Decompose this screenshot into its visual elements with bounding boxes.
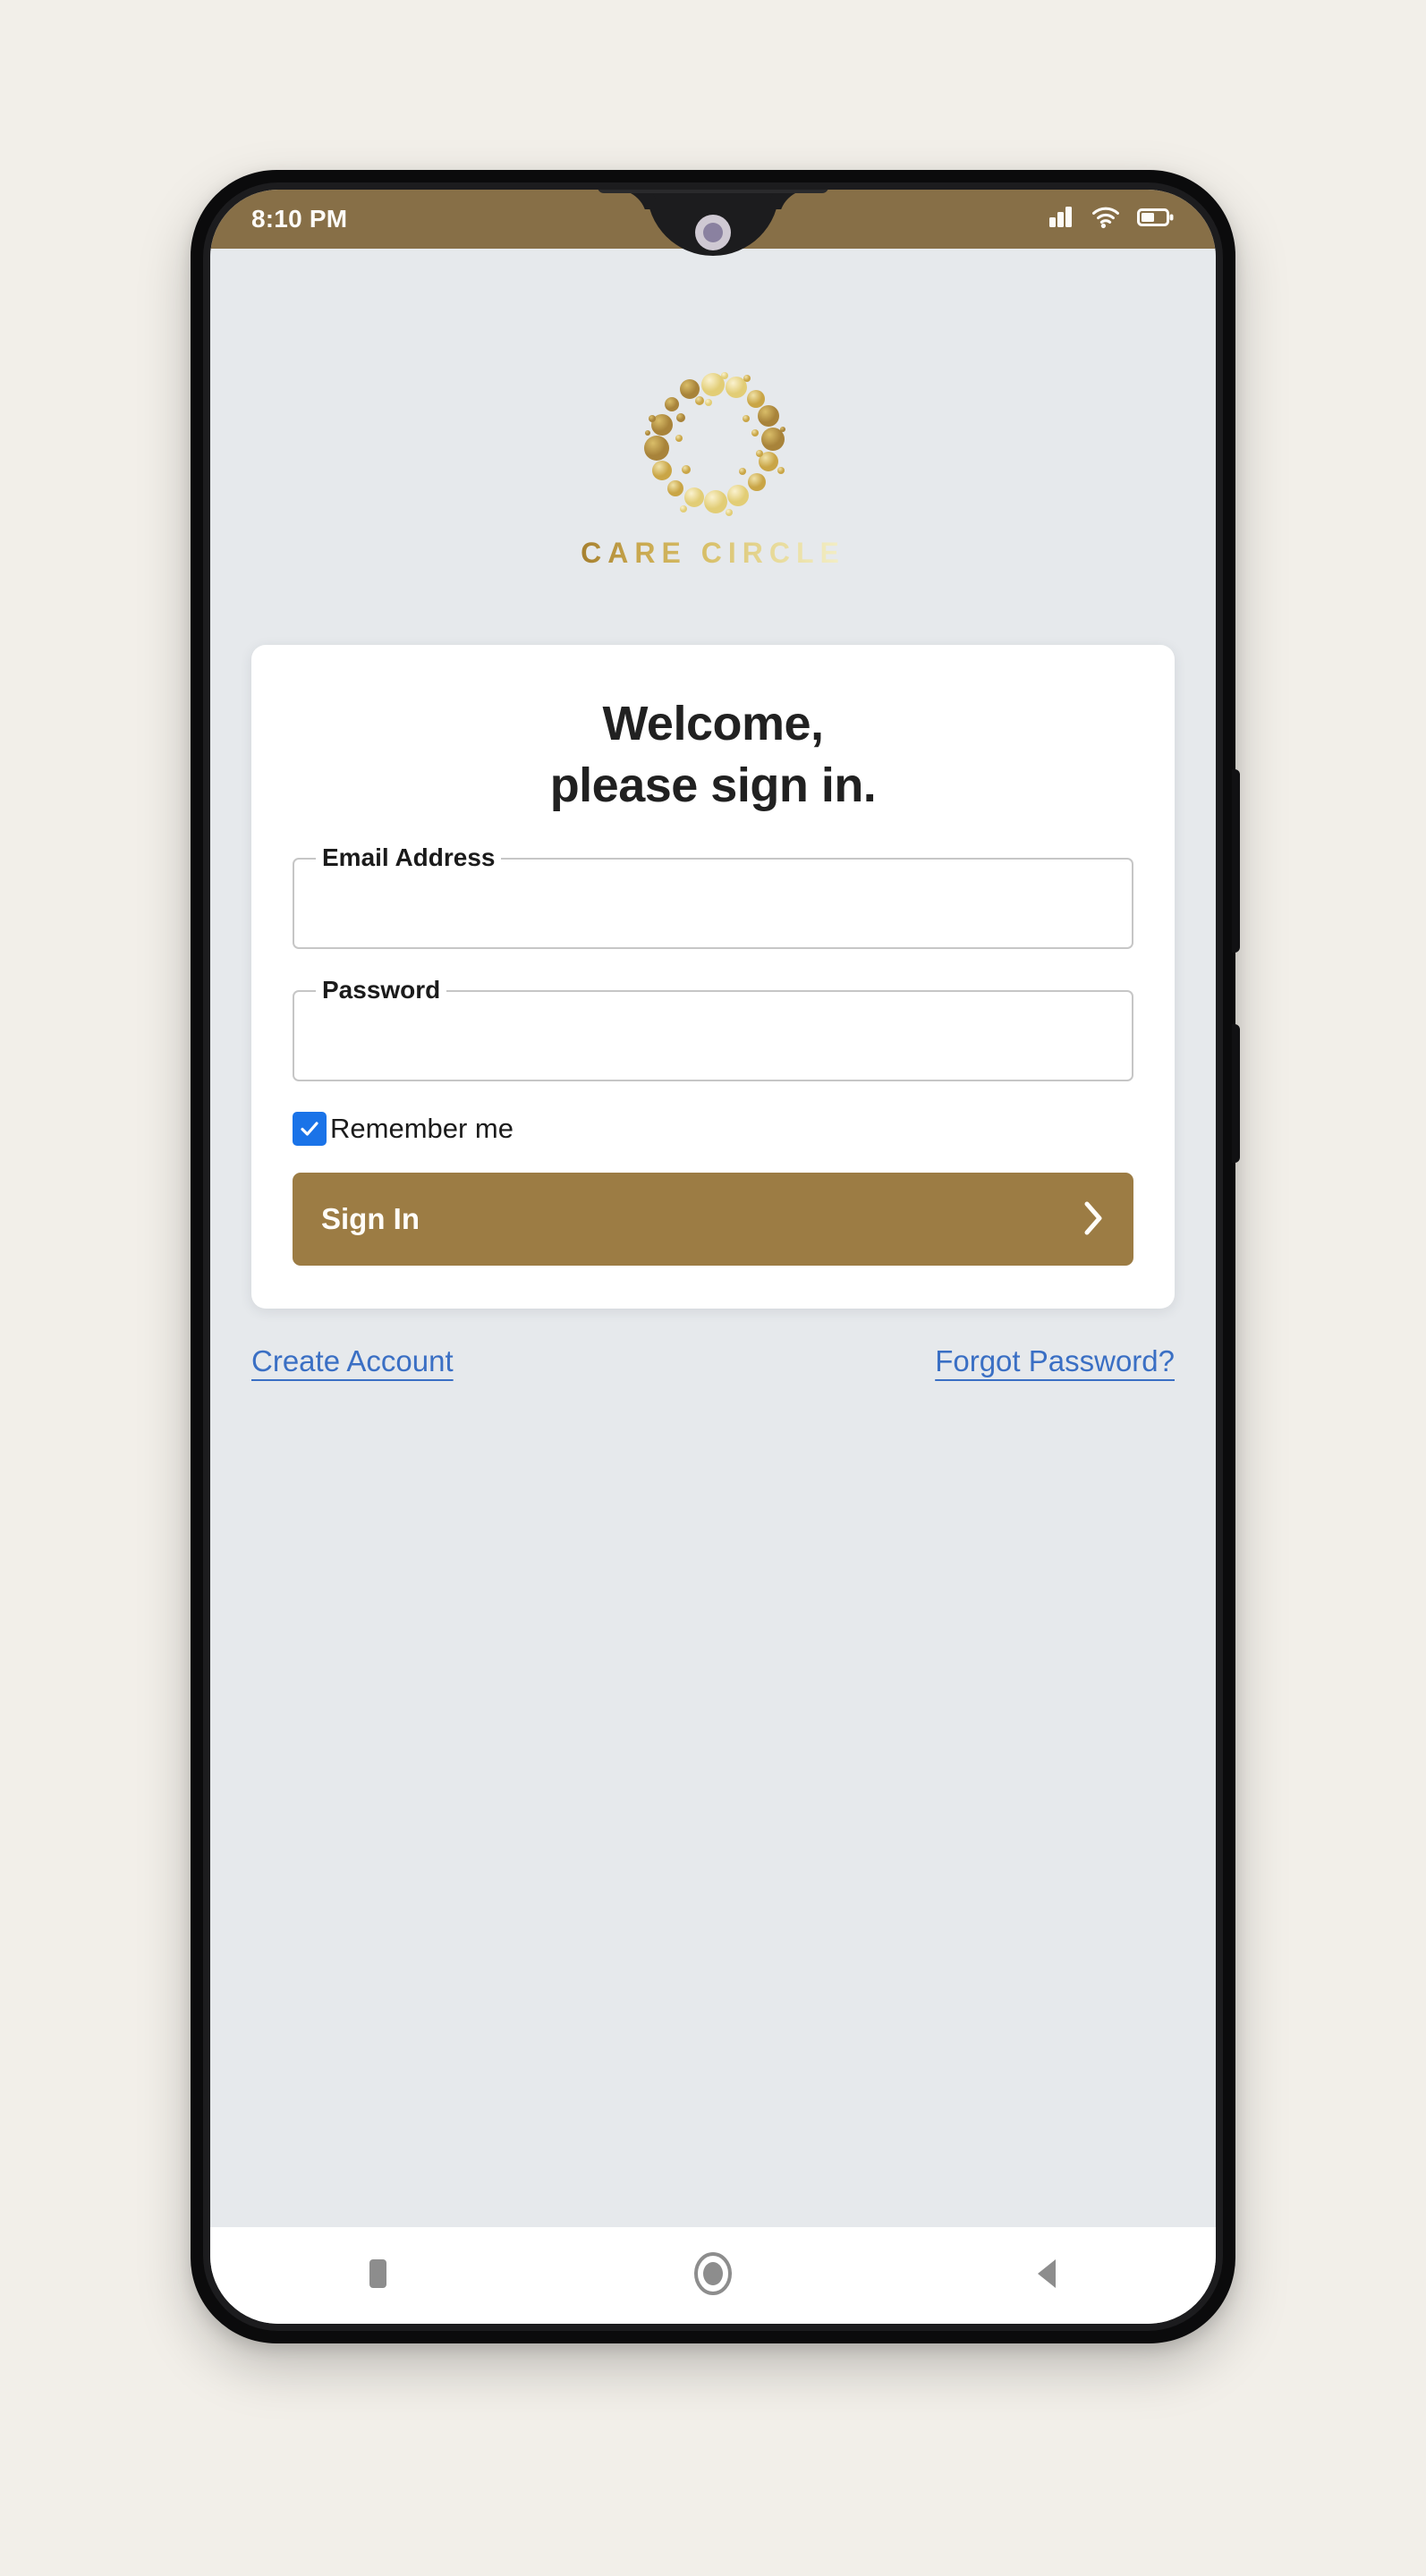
sign-in-button[interactable]: Sign In — [293, 1173, 1133, 1267]
back-button[interactable] — [995, 2227, 1102, 2324]
page-title: Welcome, please sign in. — [293, 693, 1133, 817]
email-field-group: Email Address — [293, 845, 1133, 950]
power-button[interactable] — [1232, 1024, 1240, 1163]
volume-rocker-button[interactable] — [1232, 769, 1240, 953]
forgot-password-link[interactable]: Forgot Password? — [935, 1344, 1175, 1378]
brand-wordmark: CARE CIRCLE — [581, 537, 845, 569]
status-bar-icons — [1048, 206, 1175, 233]
circle-icon — [690, 2250, 736, 2301]
status-bar: 8:10 PM — [210, 190, 1216, 249]
password-input[interactable] — [293, 990, 1133, 1082]
create-account-link[interactable]: Create Account — [251, 1344, 454, 1378]
dotted-ring-logo-icon — [632, 363, 794, 524]
password-field-group: Password — [293, 978, 1133, 1082]
auth-links-row: Create Account Forgot Password? — [251, 1344, 1175, 1378]
app-content: CARE CIRCLE Welcome, please sign in. Ema… — [210, 249, 1216, 2227]
remember-me-checkbox[interactable] — [293, 1112, 327, 1147]
checkmark-icon — [301, 1122, 318, 1136]
remember-me-row[interactable]: Remember me — [293, 1112, 1133, 1147]
android-navigation-bar — [210, 2227, 1216, 2324]
wifi-icon — [1091, 206, 1121, 233]
triangle-left-icon — [1031, 2253, 1066, 2299]
welcome-line-1: Welcome, — [602, 697, 824, 750]
home-button[interactable] — [659, 2227, 767, 2324]
sign-in-button-label: Sign In — [321, 1202, 420, 1236]
email-input[interactable] — [293, 858, 1133, 950]
phone-device-frame: 8:10 PM CARE CIRCLE Welcome, please sign… — [191, 170, 1240, 2343]
recents-button[interactable] — [324, 2227, 431, 2324]
square-icon — [361, 2254, 395, 2298]
remember-me-label: Remember me — [330, 1113, 514, 1145]
cellular-signal-icon — [1048, 206, 1074, 233]
welcome-line-2: please sign in. — [549, 758, 877, 813]
chevron-right-icon — [1082, 1199, 1105, 1240]
status-bar-clock: 8:10 PM — [251, 205, 348, 233]
battery-icon — [1137, 207, 1175, 233]
brand-logo-block: CARE CIRCLE — [210, 363, 1216, 570]
login-card: Welcome, please sign in. Email Address P… — [251, 645, 1175, 1309]
phone-screen: 8:10 PM CARE CIRCLE Welcome, please sign… — [210, 190, 1216, 2324]
